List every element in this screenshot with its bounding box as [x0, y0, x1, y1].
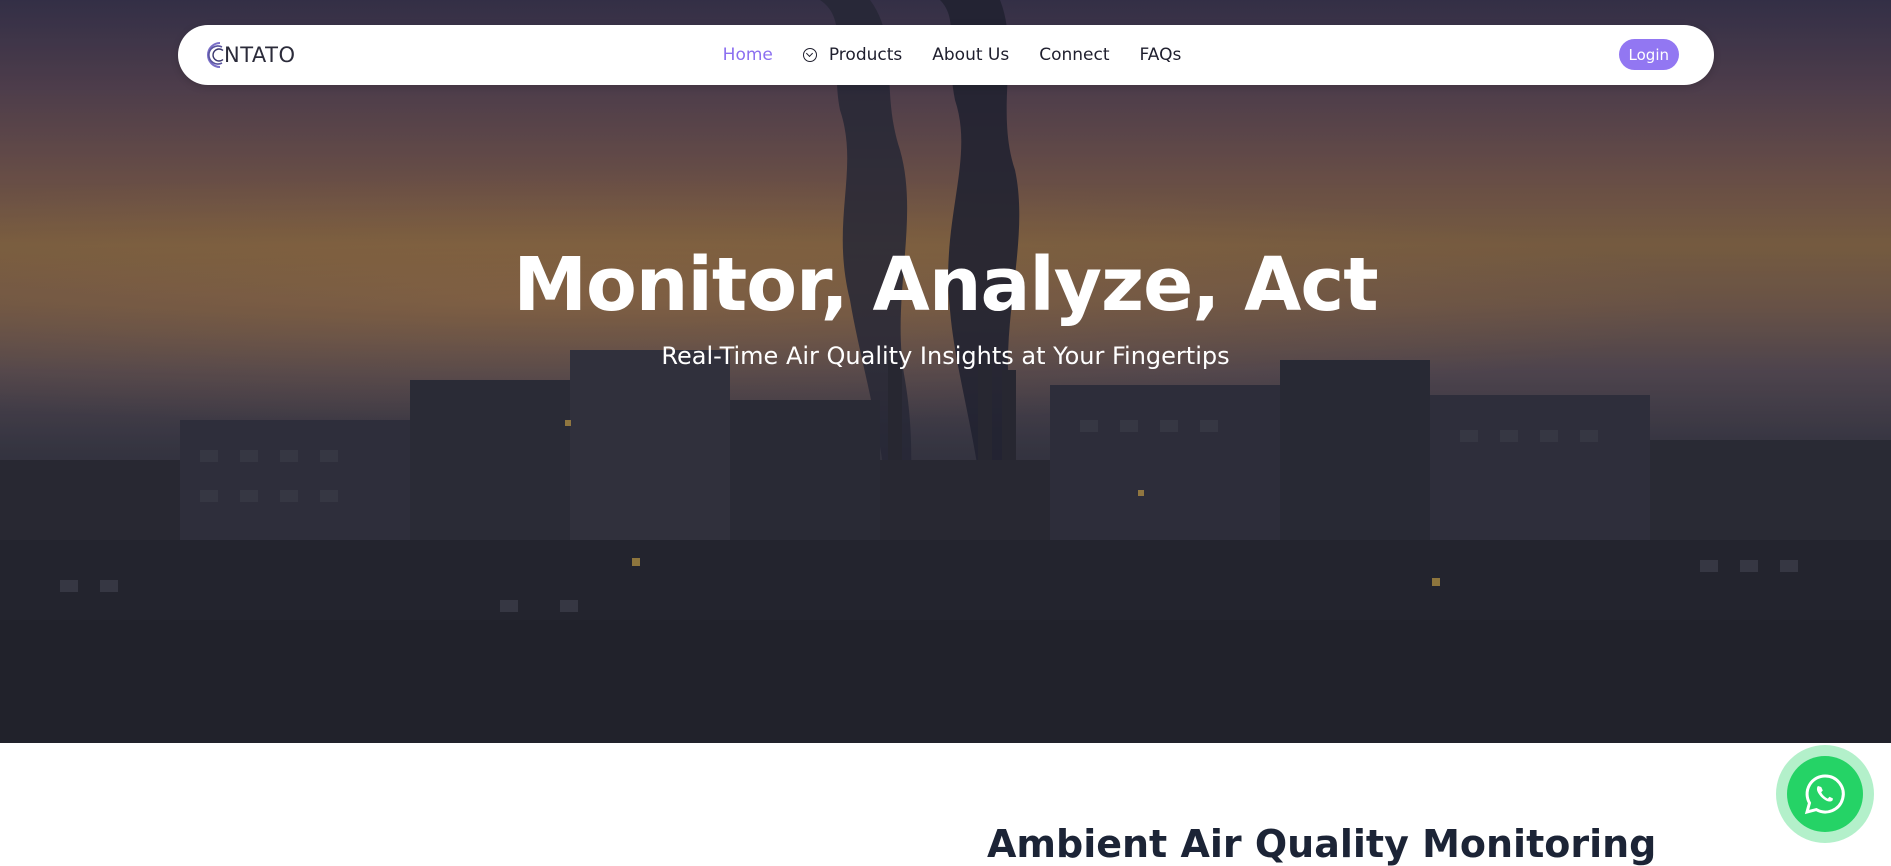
hero-section: Monitor, Analyze, Act Real-Time Air Qual… — [0, 0, 1891, 743]
nav-products-label: Products — [828, 45, 903, 65]
hero-overlay — [0, 0, 1891, 743]
nav-home-label: Home — [722, 45, 773, 65]
hero-title: Monitor, Analyze, Act — [513, 242, 1378, 328]
section-heading: Ambient Air Quality Monitoring — [987, 822, 1657, 866]
login-button[interactable]: Login — [1618, 39, 1679, 70]
nav-links: Home Products About Us Connect FAQs — [178, 25, 1714, 85]
nav-products[interactable]: Products — [802, 45, 903, 65]
hero-subtitle: Real-Time Air Quality Insights at Your F… — [661, 342, 1230, 370]
chevron-down-circle-icon — [802, 48, 817, 62]
whatsapp-icon — [1804, 774, 1845, 815]
nav-home[interactable]: Home — [723, 45, 773, 65]
nav-connect-label: Connect — [1039, 45, 1110, 65]
nav-about-us[interactable]: About Us — [932, 45, 1009, 65]
nav-about-us-label: About Us — [932, 45, 1010, 65]
nav-faqs-label: FAQs — [1139, 45, 1182, 65]
nav-connect[interactable]: Connect — [1039, 45, 1109, 65]
top-navbar: NTATO Home Products About Us Connect FAQ… — [178, 25, 1714, 85]
whatsapp-button-core[interactable] — [1787, 756, 1863, 832]
nav-faqs[interactable]: FAQs — [1140, 45, 1182, 65]
whatsapp-float-button[interactable] — [1776, 745, 1874, 843]
